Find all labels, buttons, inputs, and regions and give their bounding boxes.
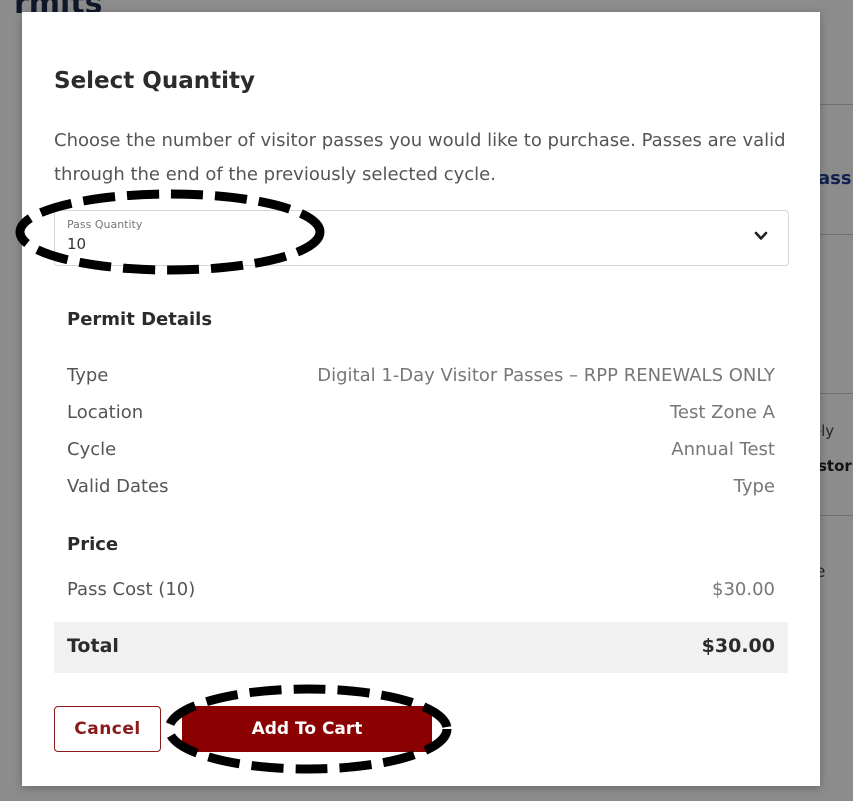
chevron-down-icon	[754, 231, 768, 240]
pass-cost-row: Pass Cost (10) $30.00	[67, 579, 775, 609]
detail-label: Cycle	[67, 439, 117, 460]
total-value: $30.00	[701, 635, 775, 657]
price-heading: Price	[67, 534, 119, 555]
pass-quantity-value: 10	[67, 235, 87, 253]
background-link: ass	[818, 168, 852, 189]
modal-title: Select Quantity	[54, 68, 255, 94]
modal-description: Choose the number of visitor passes you …	[54, 130, 786, 185]
divider	[820, 515, 853, 516]
detail-value: Digital 1-Day Visitor Passes – RPP RENEW…	[317, 365, 775, 386]
detail-value: Type	[733, 476, 775, 497]
detail-label: Type	[67, 365, 109, 386]
detail-row-type: Type Digital 1-Day Visitor Passes – RPP …	[67, 365, 775, 395]
add-to-cart-button[interactable]: Add To Cart	[182, 706, 432, 752]
select-quantity-modal: Select Quantity Choose the number of vis…	[22, 12, 820, 786]
background-text-bold: stor	[818, 457, 852, 475]
divider	[820, 234, 853, 235]
permit-details-heading: Permit Details	[67, 309, 213, 330]
detail-row-cycle: Cycle Annual Test	[67, 439, 775, 469]
total-label: Total	[67, 635, 119, 657]
divider	[820, 104, 853, 105]
detail-label: Valid Dates	[67, 476, 169, 497]
detail-value: Test Zone A	[669, 402, 775, 423]
detail-row-location: Location Test Zone A	[67, 402, 775, 432]
detail-row-valid-dates: Valid Dates Type	[67, 476, 775, 506]
pass-cost-label: Pass Cost (10)	[67, 579, 196, 600]
pass-quantity-select[interactable]: Pass Quantity 10	[54, 210, 789, 266]
pass-quantity-label: Pass Quantity	[67, 218, 143, 231]
divider	[820, 393, 853, 394]
pass-cost-value: $30.00	[712, 579, 775, 600]
total-row: Total $30.00	[54, 622, 788, 673]
detail-label: Location	[67, 402, 144, 423]
cancel-button[interactable]: Cancel	[54, 706, 161, 752]
detail-value: Annual Test	[671, 439, 775, 460]
